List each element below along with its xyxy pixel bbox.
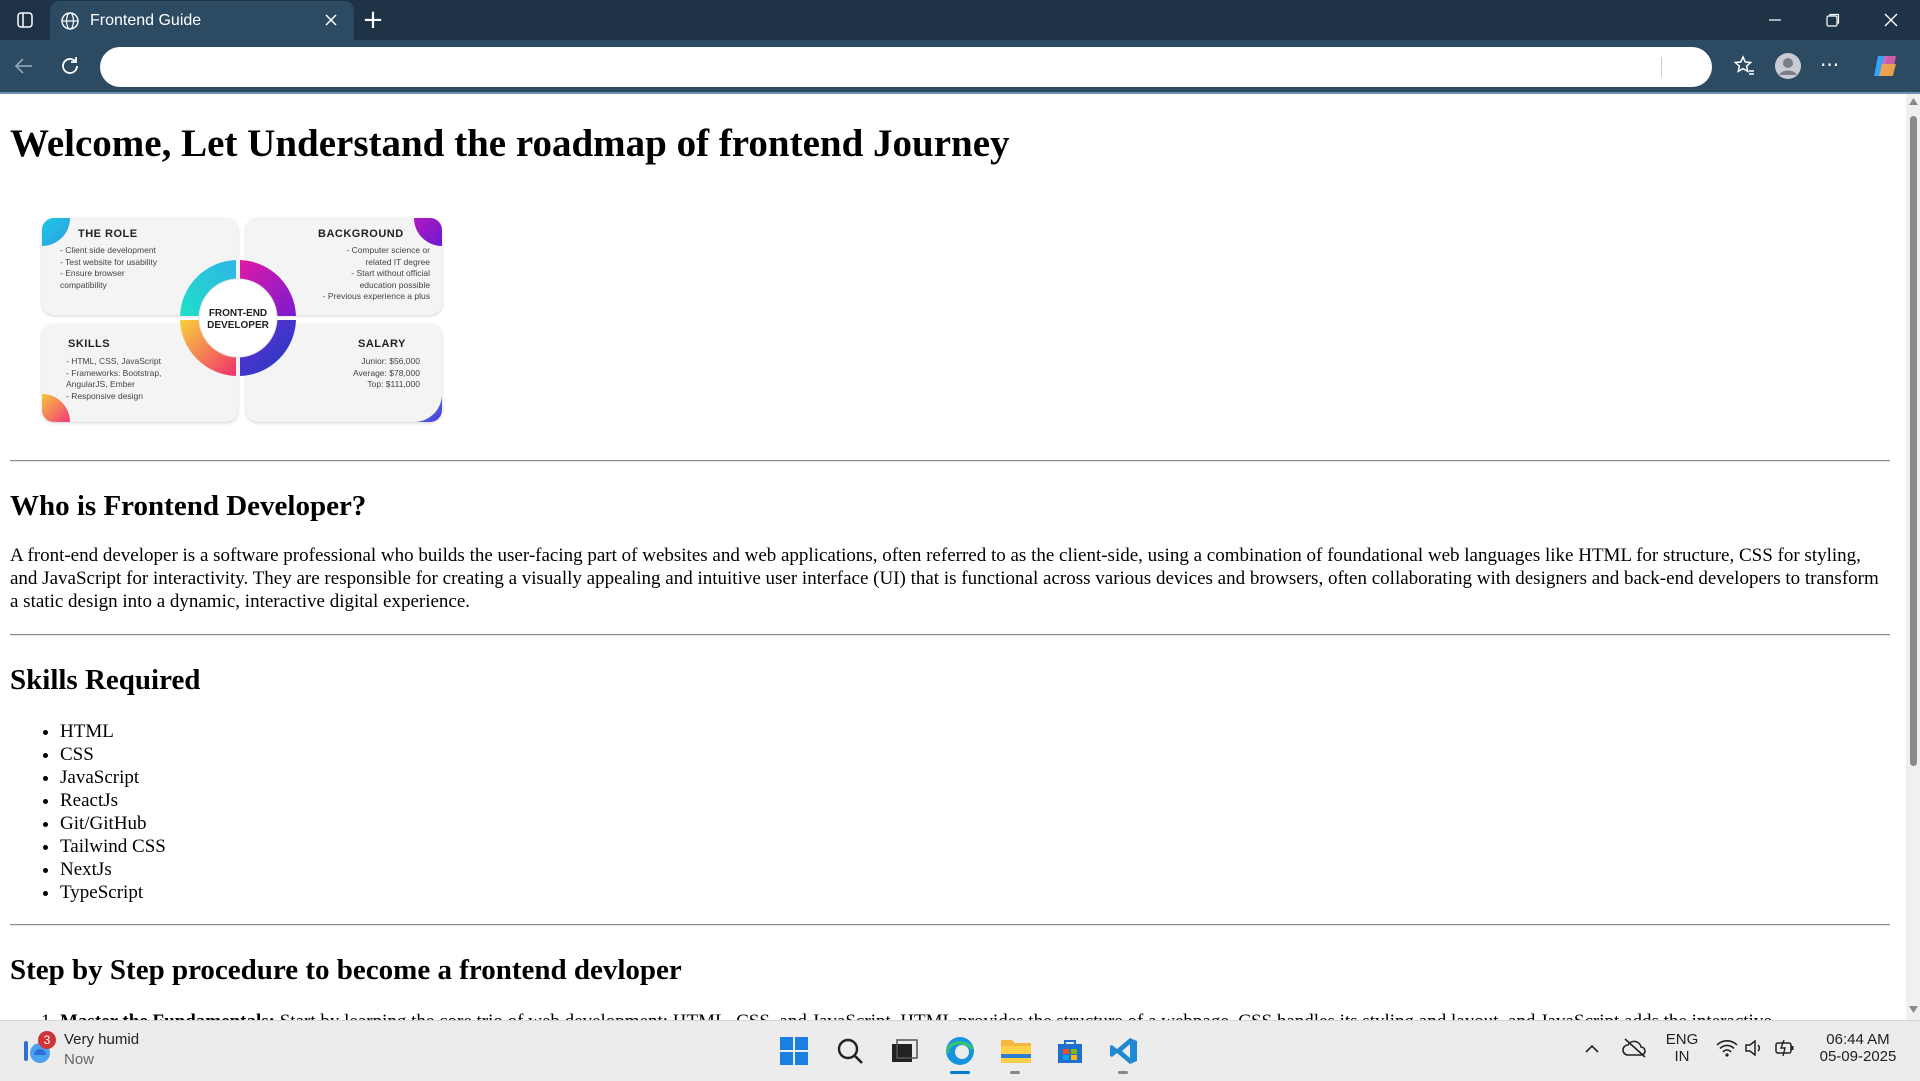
chevron-up-icon[interactable] xyxy=(1584,1041,1600,1059)
browser-tab[interactable]: Frontend Guide xyxy=(50,1,354,41)
who-heading: Who is Frontend Developer? xyxy=(10,490,367,522)
tab-title: Frontend Guide xyxy=(90,12,202,29)
restore-icon[interactable] xyxy=(1810,0,1856,40)
new-tab-button[interactable]: + xyxy=(358,0,388,40)
center-label: FRONT-END DEVELOPER xyxy=(207,308,269,331)
horizontal-rule xyxy=(10,634,1890,636)
file-explorer-icon[interactable] xyxy=(998,1033,1034,1074)
horizontal-rule xyxy=(10,460,1890,462)
start-menu-icon[interactable] xyxy=(776,1033,812,1069)
steps-list: Master the Fundamentals: Start by learni… xyxy=(10,1010,1890,1020)
microsoft-store-icon[interactable] xyxy=(1052,1033,1088,1069)
list-item: Tailwind CSS xyxy=(60,835,166,858)
globe-icon xyxy=(60,11,80,36)
active-indicator xyxy=(950,1071,970,1074)
scrollbar-thumb[interactable] xyxy=(1910,116,1917,766)
step-text: Start by learning the core trio of web d… xyxy=(275,1011,1772,1020)
list-item: Master the Fundamentals: Start by learni… xyxy=(60,1010,1890,1020)
weather-text[interactable]: Very humid xyxy=(64,1031,139,1048)
address-bar-divider xyxy=(1661,57,1662,77)
list-item: ReactJs xyxy=(60,789,166,812)
list-item: JavaScript xyxy=(60,766,166,789)
volume-icon[interactable] xyxy=(1744,1039,1764,1062)
copilot-icon[interactable] xyxy=(1872,52,1900,85)
skills-list: HTML CSS JavaScript ReactJs Git/GitHub T… xyxy=(10,720,166,904)
step-title: Master the Fundamentals: xyxy=(60,1011,275,1020)
page-viewport: Welcome, Let Understand the roadmap of f… xyxy=(0,94,1906,1020)
profile-avatar-icon[interactable] xyxy=(1774,52,1802,85)
search-icon[interactable] xyxy=(832,1033,868,1069)
horizontal-rule xyxy=(10,924,1890,926)
list-item: TypeScript xyxy=(60,881,166,904)
browser-toolbar: ··· xyxy=(0,40,1920,94)
clock[interactable]: 06:44 AM 05-09-2025 xyxy=(1812,1031,1904,1065)
browser-title-bar: Frontend Guide + xyxy=(0,0,1920,41)
vertical-scrollbar[interactable] xyxy=(1906,94,1920,1020)
card-title: BACKGROUND xyxy=(318,228,404,240)
battery-charging-icon[interactable] xyxy=(1774,1039,1796,1062)
card-text: - Client side development - Test website… xyxy=(60,245,158,290)
refresh-icon[interactable] xyxy=(58,54,82,83)
weather-widget-icon[interactable]: 3 xyxy=(20,1031,60,1069)
card-text: Junior: $56,000 Average: $78,000 Top: $1… xyxy=(353,356,420,389)
onedrive-offline-icon[interactable] xyxy=(1622,1037,1648,1064)
wifi-icon[interactable] xyxy=(1716,1039,1738,1062)
windows-taskbar: 3 Very humid Now ENG IN 06:44 AM 05-09-2… xyxy=(0,1020,1920,1081)
address-bar-input[interactable] xyxy=(100,47,1712,87)
vscode-icon[interactable] xyxy=(1106,1033,1142,1074)
favorites-icon[interactable] xyxy=(1732,54,1756,83)
task-view-icon[interactable] xyxy=(886,1033,922,1069)
who-paragraph: A front-end developer is a software prof… xyxy=(10,545,1879,612)
list-item: Git/GitHub xyxy=(60,812,166,835)
card-text: - HTML, CSS, JavaScript - Frameworks: Bo… xyxy=(66,356,162,401)
back-arrow-icon[interactable] xyxy=(12,54,36,83)
card-title: SKILLS xyxy=(68,338,111,350)
list-item: CSS xyxy=(60,743,166,766)
edge-browser-icon[interactable] xyxy=(942,1033,978,1074)
list-item: HTML xyxy=(60,720,166,743)
running-indicator xyxy=(1118,1071,1128,1074)
frontend-developer-infographic: THE ROLE - Client side development - Tes… xyxy=(30,214,450,426)
list-item: NextJs xyxy=(60,858,166,881)
notification-badge: 3 xyxy=(38,1031,56,1049)
steps-heading: Step by Step procedure to become a front… xyxy=(10,954,682,986)
close-window-icon[interactable] xyxy=(1868,0,1914,40)
clock-time: 06:44 AM xyxy=(1826,1031,1890,1048)
card-title: SALARY xyxy=(358,338,406,350)
page-title: Welcome, Let Understand the roadmap of f… xyxy=(10,122,1010,165)
sidebar-toggle-icon[interactable] xyxy=(8,0,42,40)
minimize-icon[interactable] xyxy=(1752,0,1798,40)
skills-heading: Skills Required xyxy=(10,664,201,696)
running-indicator xyxy=(1010,1071,1020,1074)
card-title: THE ROLE xyxy=(78,228,138,240)
more-menu-icon[interactable]: ··· xyxy=(1820,53,1839,77)
weather-subtext: Now xyxy=(64,1051,95,1068)
close-tab-icon[interactable] xyxy=(322,11,340,34)
language-indicator[interactable]: ENG IN xyxy=(1664,1031,1700,1065)
scroll-down-arrow-icon[interactable] xyxy=(1909,1006,1918,1013)
clock-date: 05-09-2025 xyxy=(1819,1048,1897,1065)
card-text: - Computer science or related IT degree … xyxy=(322,245,430,301)
scroll-up-arrow-icon[interactable] xyxy=(1909,98,1918,105)
